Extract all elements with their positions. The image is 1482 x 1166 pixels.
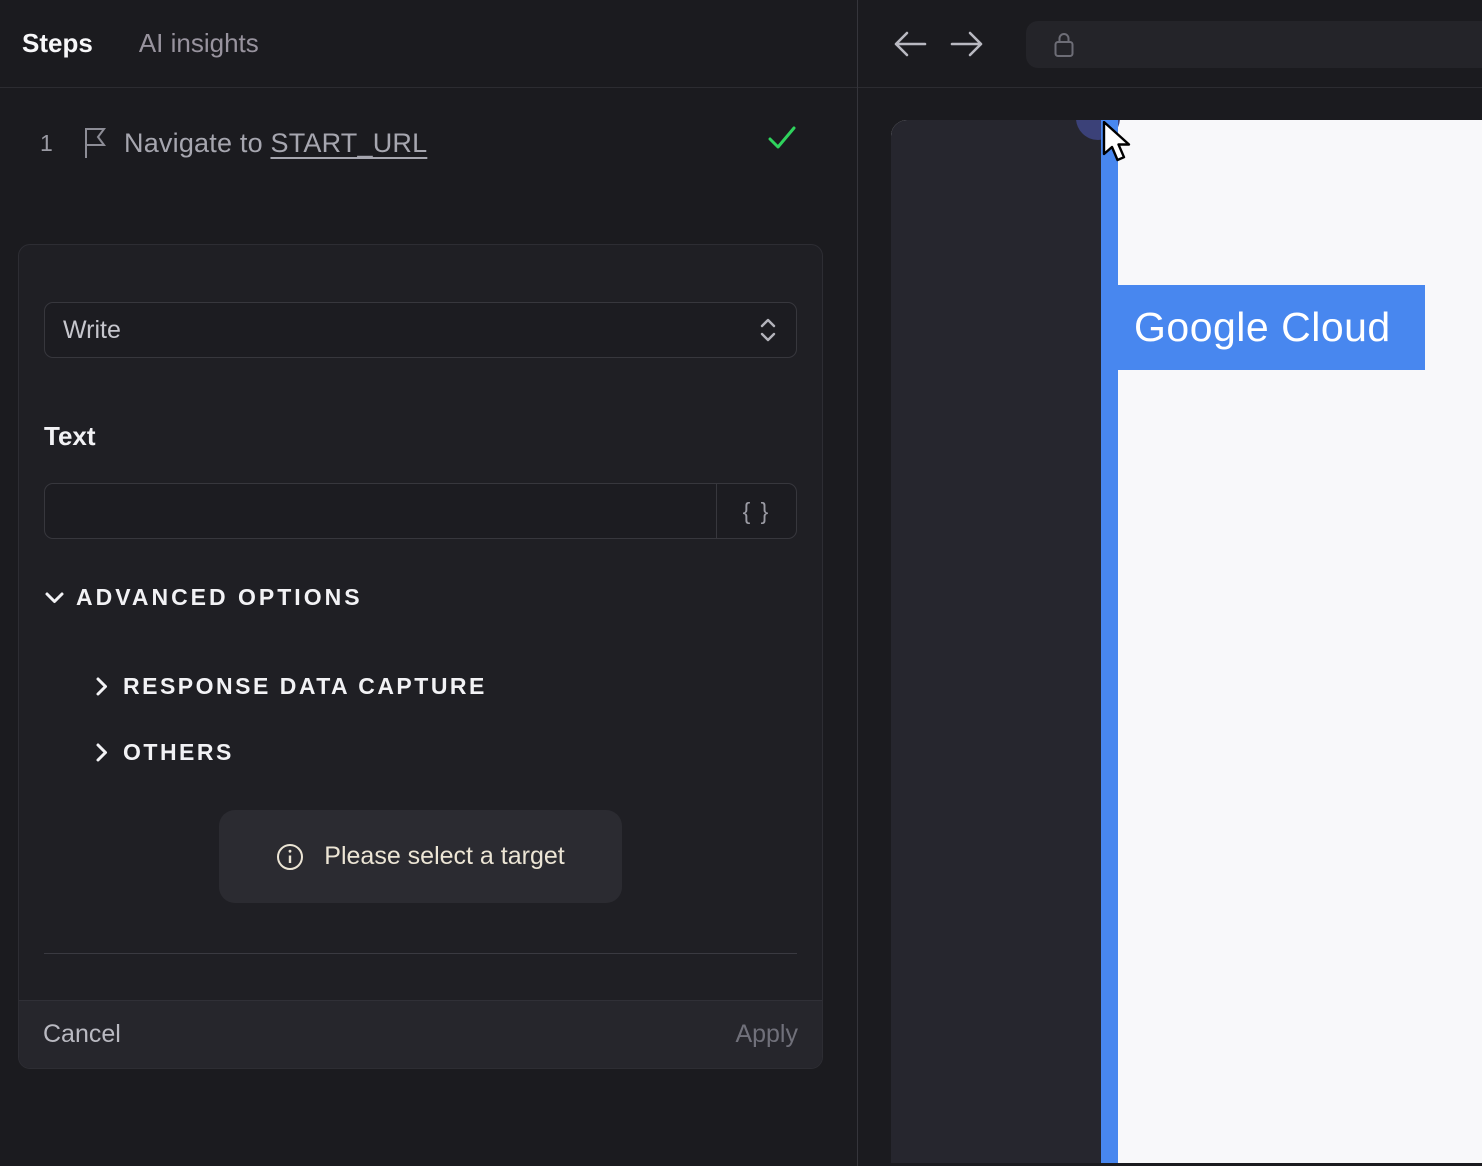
advanced-options-label: ADVANCED OPTIONS [76,584,363,610]
address-bar[interactable] [1026,21,1482,68]
step-editor-body: Write Text { } ADVANCED OPTIONS RESPONSE… [19,245,822,954]
chevron-right-icon [96,677,107,696]
flag-icon [85,128,106,158]
section-label: OTHERS [123,739,234,765]
tab-ai-insights[interactable]: AI insights [139,28,259,59]
browser-preview-panel: Google Cloud [858,0,1482,1166]
hint-text: Please select a target [324,842,565,870]
section-others[interactable]: OTHERS [91,739,797,766]
forward-arrow-icon[interactable] [949,27,985,61]
step-editor-footer: Cancel Apply [19,1000,822,1068]
back-arrow-icon[interactable] [892,27,928,61]
info-icon [277,843,304,870]
step-number: 1 [40,129,53,156]
app-window: Steps AI insights 1 Navigate to START_UR… [0,0,1482,1166]
chevron-down-icon [45,592,64,603]
selection-column-highlight [1101,120,1118,1163]
page-dark-sidebar [891,120,1103,1163]
cursor-icon [1102,121,1131,162]
cancel-button[interactable]: Cancel [43,1020,121,1049]
action-select[interactable]: Write [44,302,797,358]
chevron-updown-icon [760,318,776,342]
lock-icon [1054,32,1074,57]
tab-steps[interactable]: Steps [22,28,93,59]
step-item[interactable]: 1 Navigate to START_URL [0,88,857,198]
text-input[interactable] [45,484,716,538]
insert-variable-button[interactable]: { } [716,484,796,538]
section-label: RESPONSE DATA CAPTURE [123,673,487,699]
step-editor-card: Write Text { } ADVANCED OPTIONS RESPONSE… [18,244,823,1069]
step-target-link[interactable]: START_URL [270,128,427,158]
page-viewport[interactable]: Google Cloud [891,120,1482,1163]
section-response-data-capture[interactable]: RESPONSE DATA CAPTURE [91,673,797,700]
panel-tabbar: Steps AI insights [0,0,857,88]
action-select-value: Write [63,315,121,344]
selected-element-highlight[interactable]: Google Cloud [1117,285,1425,370]
advanced-options-toggle[interactable]: ADVANCED OPTIONS [44,584,797,611]
select-target-hint: Please select a target [219,810,622,903]
apply-button[interactable]: Apply [735,1020,798,1049]
text-field-label: Text [44,421,96,451]
steps-panel: Steps AI insights 1 Navigate to START_UR… [0,0,858,1166]
text-input-group: { } [44,483,797,539]
step-label: Navigate to START_URL [124,127,428,158]
selected-element-text: Google Cloud [1134,304,1391,350]
chevron-right-icon [96,743,107,762]
success-check-icon [768,126,796,149]
card-divider [44,953,797,954]
browser-toolbar [858,0,1482,88]
